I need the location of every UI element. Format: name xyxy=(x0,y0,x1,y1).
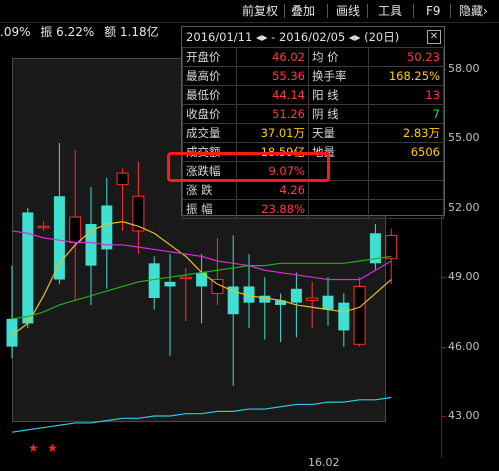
toolbar: 前复权 叠加 画线 工具 F9 隐藏› xyxy=(0,0,499,23)
draw-line-button[interactable]: 画线 xyxy=(334,3,362,19)
stats-value: 13 xyxy=(368,85,444,105)
stats-value: 46.02 xyxy=(236,47,309,67)
y-tick-label: 46.00 xyxy=(448,339,480,353)
stats-value: 50.23 xyxy=(368,47,444,67)
candle-up[interactable] xyxy=(306,297,319,301)
interval-stats-popup: 2016/01/11 ◂▸ - 2016/02/05 ◂▸ (20日) ✕ 开盘… xyxy=(181,26,445,219)
stats-label: 均 价 xyxy=(308,47,369,67)
stats-row: 收盘价 51.26 阴 线7 xyxy=(182,104,444,124)
hide-button[interactable]: 隐藏› xyxy=(457,3,490,19)
amplitude-value: 振 6.22% xyxy=(40,25,95,39)
stats-value xyxy=(368,199,444,219)
candle-down[interactable] xyxy=(164,281,176,287)
stats-value: 44.14 xyxy=(236,85,309,105)
star-marker-icon: ★ xyxy=(47,441,58,455)
y-tick-label: 43.00 xyxy=(448,409,480,422)
stats-value: 6506 xyxy=(368,142,444,162)
f9-button[interactable]: F9 xyxy=(424,3,443,19)
y-tick-mark xyxy=(441,416,446,417)
stats-value: 168.25% xyxy=(368,66,444,86)
stats-label: 换手率 xyxy=(308,66,369,86)
stats-row: 涨 跌 4.26 xyxy=(182,180,444,200)
y-tick-label: 49.00 xyxy=(448,270,480,284)
date-to: 2016/02/05 xyxy=(278,30,346,44)
stats-row: 成交量 37.01万 天量 2.83万 xyxy=(182,123,444,143)
popup-header: 2016/01/11 ◂▸ - 2016/02/05 ◂▸ (20日) xyxy=(186,30,400,44)
stats-label: 阴 线 xyxy=(308,104,369,124)
stats-row: 最高价 55.36 换手率 168.25% xyxy=(182,66,444,86)
date-from: 2016/01/11 xyxy=(186,30,253,44)
candle-up[interactable] xyxy=(69,216,82,243)
candle-up[interactable] xyxy=(116,172,129,186)
amount-value: 额 1.18亿 xyxy=(104,25,159,39)
stats-label: 收盘价 xyxy=(182,104,237,124)
stats-value: 7 xyxy=(368,104,444,124)
overlay-button[interactable]: 叠加 xyxy=(289,3,317,19)
candle-up[interactable] xyxy=(37,225,50,229)
stats-value xyxy=(368,161,444,181)
star-marker-icon: ★ xyxy=(28,441,39,455)
candle-down[interactable] xyxy=(101,205,113,250)
x-axis-date-label: 16.02 xyxy=(308,456,340,469)
candle-down[interactable] xyxy=(22,212,34,324)
chevron-right-icon: › xyxy=(483,4,488,18)
stats-label: 振 幅 xyxy=(182,199,237,219)
stats-label: 开盘价 xyxy=(182,47,237,67)
y-tick-label: 52.00 xyxy=(448,200,480,214)
stats-table: 开盘价 46.02 均 价 50.23 最高价 55.36 换手率 168.25% 最低价 44.… xyxy=(182,47,444,219)
stats-label: 最低价 xyxy=(182,85,237,105)
quote-info-line: .09% 振 6.22% 额 1.18亿 xyxy=(0,22,165,42)
toolbar-divider xyxy=(413,4,414,18)
candle-down[interactable] xyxy=(53,196,65,280)
prev-next-icon[interactable]: ◂▸ xyxy=(256,30,268,44)
candle-down[interactable] xyxy=(338,302,350,331)
prev-next-icon[interactable]: ◂▸ xyxy=(349,30,361,44)
stats-value: 55.36 xyxy=(236,66,309,86)
candle-down[interactable] xyxy=(290,288,302,303)
stats-row: 振 幅 23.88% xyxy=(182,199,444,219)
y-tick-mark xyxy=(441,346,446,348)
candle-up[interactable] xyxy=(353,285,366,345)
stats-row: 开盘价 46.02 均 价 50.23 xyxy=(182,47,444,67)
stats-label: 涨 跌 xyxy=(182,180,237,200)
y-tick-label: 55.00 xyxy=(448,131,480,145)
stats-label: 最高价 xyxy=(182,66,237,86)
candle-up[interactable] xyxy=(385,235,398,260)
stats-value: 51.26 xyxy=(236,104,309,124)
stats-label: 天量 xyxy=(308,123,369,143)
tools-button[interactable]: 工具 xyxy=(376,3,404,19)
price-axis xyxy=(441,42,499,457)
annotation-highlight-box xyxy=(167,152,330,182)
moving-average-line-ma60 xyxy=(11,396,392,433)
change-percent: .09% xyxy=(0,25,31,39)
close-icon[interactable]: ✕ xyxy=(427,30,441,44)
candle-down[interactable] xyxy=(322,295,334,310)
stats-value: 2.83万 xyxy=(368,123,444,143)
toolbar-divider xyxy=(327,4,328,18)
adjust-forward-button[interactable]: 前复权 xyxy=(240,3,280,19)
stats-label xyxy=(308,199,369,219)
stats-value: 37.01万 xyxy=(236,123,309,143)
toolbar-divider xyxy=(367,4,368,18)
stats-label: 阳 线 xyxy=(308,85,369,105)
period-days: (20日) xyxy=(364,30,400,44)
stats-value: 23.88% xyxy=(236,199,309,219)
candle-up[interactable] xyxy=(179,276,192,280)
y-tick-mark xyxy=(441,277,446,279)
stats-value xyxy=(368,180,444,200)
y-tick-label: 58.00 xyxy=(448,62,480,75)
toolbar-divider xyxy=(284,4,285,18)
hide-label: 隐藏 xyxy=(459,4,484,18)
candle-down[interactable] xyxy=(85,223,97,266)
toolbar-divider xyxy=(450,4,451,18)
stats-value: 4.26 xyxy=(236,180,309,200)
stats-label xyxy=(308,180,369,200)
stats-row: 最低价 44.14 阳 线 13 xyxy=(182,85,444,105)
stats-label: 成交量 xyxy=(182,123,237,143)
